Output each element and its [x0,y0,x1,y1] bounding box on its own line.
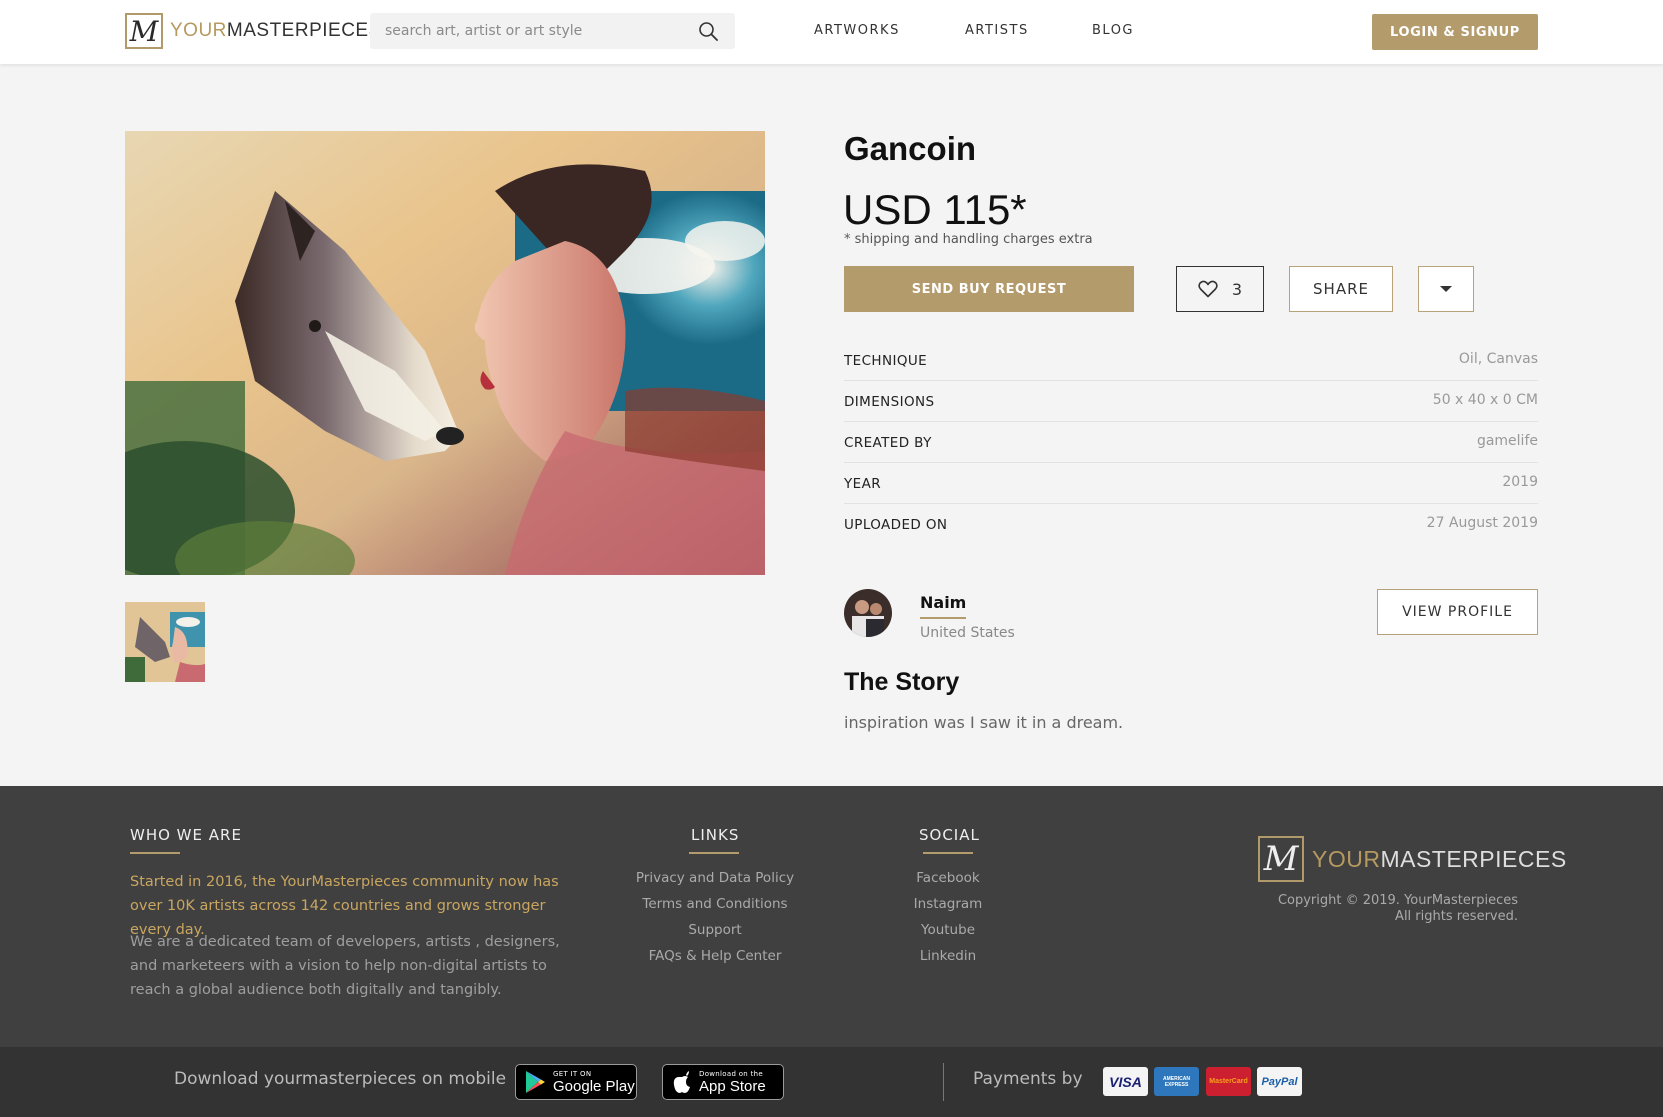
heart-icon [1198,280,1218,298]
copyright: Copyright © 2019. YourMasterpieces All r… [1250,893,1518,925]
story-title: The Story [844,668,960,696]
footer-logo[interactable]: M YOURMASTERPIECES [1258,836,1567,882]
caret-down-icon [1440,286,1452,292]
logo-mark: M [125,13,163,49]
artwork-thumbnail[interactable] [125,602,205,682]
share-button[interactable]: SHARE [1289,266,1393,312]
mastercard-card-icon: MasterCard [1206,1067,1251,1096]
footer-link-facebook[interactable]: Facebook [916,870,979,886]
copyright-line-2: All rights reserved. [1395,909,1518,924]
spec-value: 2019 [1502,474,1538,490]
like-count: 3 [1231,279,1243,299]
apple-icon [673,1071,690,1093]
spec-row-dimensions: DIMENSIONS 50 x 40 x 0 CM [844,381,1538,422]
logo-text: YOURMASTERPIECES [1312,846,1567,873]
artwork-specs: TECHNIQUE Oil, Canvas DIMENSIONS 50 x 40… [844,340,1538,545]
footer-heading-underline [130,852,180,854]
like-button[interactable]: 3 [1176,266,1264,312]
spec-value: 27 August 2019 [1426,515,1538,531]
footer-heading-social: SOCIAL [919,826,980,844]
paypal-card-icon: PayPal [1257,1067,1302,1096]
bottom-divider [943,1063,944,1101]
google-play-icon [526,1071,545,1093]
story-text: inspiration was I saw it in a dream. [844,713,1124,732]
more-options-button[interactable] [1418,266,1474,312]
download-text: Download yourmasterpieces on mobile [174,1069,507,1089]
search-icon[interactable] [698,21,718,41]
nav-blog[interactable]: BLOG [1092,23,1134,38]
search-bar [370,13,735,49]
footer-link-privacy[interactable]: Privacy and Data Policy [636,870,794,886]
footer-heading-links: LINKS [691,826,740,844]
spec-value: Oil, Canvas [1458,351,1538,367]
amex-card-icon: AMERICAN EXPRESS [1154,1067,1199,1096]
google-play-big-text: Google Play [553,1077,635,1095]
logo-text-your: YOUR [170,20,227,41]
footer-link-linkedin[interactable]: Linkedin [920,948,976,964]
logo-text: YOURMASTERPIECES [170,20,382,42]
footer-link-terms[interactable]: Terms and Conditions [642,896,787,912]
view-profile-button[interactable]: VIEW PROFILE [1377,589,1538,635]
footer-heading-who-we-are: WHO WE ARE [130,826,242,844]
footer-link-faqs[interactable]: FAQs & Help Center [649,948,782,964]
artwork-price: USD 115* [843,186,1027,233]
payments-text: Payments by [973,1069,1083,1089]
shipping-note: * shipping and handling charges extra [844,232,1093,247]
spec-label: TECHNIQUE [844,353,928,369]
nav-artists[interactable]: ARTISTS [965,23,1029,38]
artwork-title: Gancoin [844,130,977,167]
artwork-main-image[interactable] [125,131,765,575]
spec-label: UPLOADED ON [844,517,948,533]
logo-text-masterpieces: MASTERPIECES [1380,845,1567,872]
spec-row-created-by: CREATED BY gamelife [844,422,1538,463]
spec-value: 50 x 40 x 0 CM [1432,392,1538,408]
spec-label: CREATED BY [844,435,932,451]
copyright-line-1: Copyright © 2019. YourMasterpieces [1277,893,1518,908]
visa-card-icon: VISA [1103,1067,1148,1096]
logo-text-masterpieces: MASTERPIECES [226,20,382,41]
app-store-badge[interactable]: Download on the App Store [662,1064,784,1100]
google-play-small-text: GET IT ON [553,1069,592,1078]
footer-link-youtube[interactable]: Youtube [921,922,975,938]
footer-link-instagram[interactable]: Instagram [914,896,983,912]
footer-link-support[interactable]: Support [688,922,741,938]
spec-row-uploaded-on: UPLOADED ON 27 August 2019 [844,504,1538,545]
send-buy-request-button[interactable]: SEND BUY REQUEST [844,266,1134,312]
search-input[interactable] [385,13,685,49]
spec-label: DIMENSIONS [844,394,935,410]
artist-avatar[interactable] [844,589,892,637]
logo-mark: M [1258,836,1304,882]
login-signup-button[interactable]: LOGIN & SIGNUP [1372,14,1538,50]
logo-text-your: YOUR [1312,845,1381,872]
nav-artworks[interactable]: ARTWORKS [814,23,900,38]
artist-country: United States [920,625,1015,641]
footer-description: We are a dedicated team of developers, a… [130,934,560,998]
spec-row-technique: TECHNIQUE Oil, Canvas [844,340,1538,381]
app-store-big-text: App Store [699,1077,766,1095]
footer-heading-underline [689,852,739,854]
spec-label: YEAR [844,476,881,492]
spec-row-year: YEAR 2019 [844,463,1538,504]
site-logo[interactable]: M YOURMASTERPIECES [125,13,382,49]
artist-name[interactable]: Naim [920,593,967,619]
app-store-small-text: Download on the [699,1069,763,1078]
spec-value: gamelife [1476,433,1538,449]
footer-heading-underline [923,852,973,854]
site-header: M YOURMASTERPIECES ARTWORKS ARTISTS BLOG… [0,0,1663,64]
google-play-badge[interactable]: GET IT ON Google Play [515,1064,637,1100]
